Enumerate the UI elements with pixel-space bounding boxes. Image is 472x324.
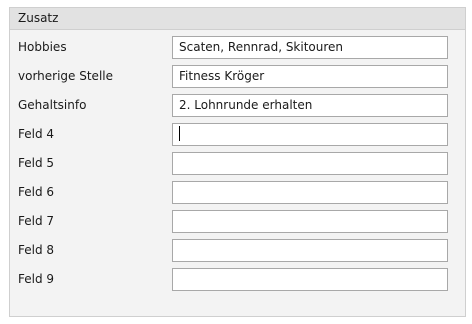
field-input-gehaltsinfo[interactable]: 2. Lohnrunde erhalten — [172, 94, 448, 117]
field-input-feld-6[interactable] — [172, 181, 448, 204]
field-label-feld-8: Feld 8 — [18, 243, 55, 257]
field-row-vorherige-stelle: vorherige Stelle Fitness Kröger — [10, 63, 465, 92]
panel-header: Zusatz — [10, 8, 465, 30]
field-input-feld-7[interactable] — [172, 210, 448, 233]
field-row-feld-8: Feld 8 — [10, 237, 465, 266]
field-value-gehaltsinfo: 2. Lohnrunde erhalten — [179, 98, 313, 112]
field-label-feld-4: Feld 4 — [18, 127, 55, 141]
field-input-feld-8[interactable] — [172, 239, 448, 262]
field-row-feld-7: Feld 7 — [10, 208, 465, 237]
field-row-feld-5: Feld 5 — [10, 150, 465, 179]
field-value-hobbies: Scaten, Rennrad, Skitouren — [179, 40, 344, 54]
field-label-vorherige-stelle: vorherige Stelle — [18, 69, 113, 83]
panel-title: Zusatz — [18, 11, 59, 25]
field-input-vorherige-stelle[interactable]: Fitness Kröger — [172, 65, 448, 88]
field-input-feld-9[interactable] — [172, 268, 448, 291]
field-row-feld-4: Feld 4 — [10, 121, 465, 150]
field-input-hobbies[interactable]: Scaten, Rennrad, Skitouren — [172, 36, 448, 59]
field-label-gehaltsinfo: Gehaltsinfo — [18, 98, 87, 112]
field-row-feld-9: Feld 9 — [10, 266, 465, 295]
field-label-feld-6: Feld 6 — [18, 185, 55, 199]
field-row-hobbies: Hobbies Scaten, Rennrad, Skitouren — [10, 34, 465, 63]
zusatz-panel: Zusatz Hobbies Scaten, Rennrad, Skitoure… — [9, 7, 466, 317]
field-label-feld-5: Feld 5 — [18, 156, 55, 170]
field-label-feld-9: Feld 9 — [18, 272, 55, 286]
field-label-feld-7: Feld 7 — [18, 214, 55, 228]
field-row-feld-6: Feld 6 — [10, 179, 465, 208]
field-value-vorherige-stelle: Fitness Kröger — [179, 69, 265, 83]
field-input-feld-4[interactable] — [172, 123, 448, 146]
field-row-gehaltsinfo: Gehaltsinfo 2. Lohnrunde erhalten — [10, 92, 465, 121]
field-label-hobbies: Hobbies — [18, 40, 67, 54]
field-input-feld-5[interactable] — [172, 152, 448, 175]
text-caret — [179, 126, 180, 141]
